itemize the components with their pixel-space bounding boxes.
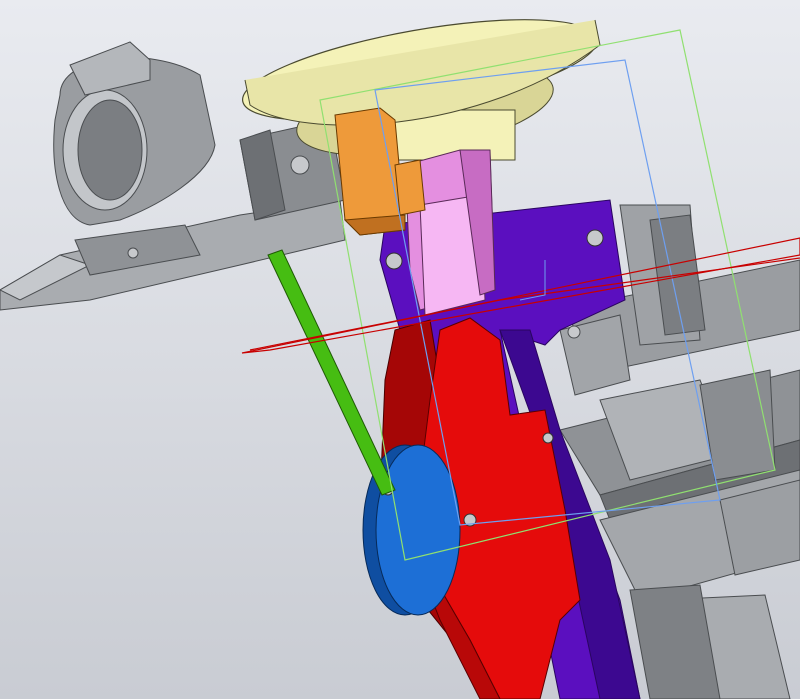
assembly-model[interactable] <box>0 0 800 699</box>
cad-3d-viewport[interactable] <box>0 0 800 699</box>
